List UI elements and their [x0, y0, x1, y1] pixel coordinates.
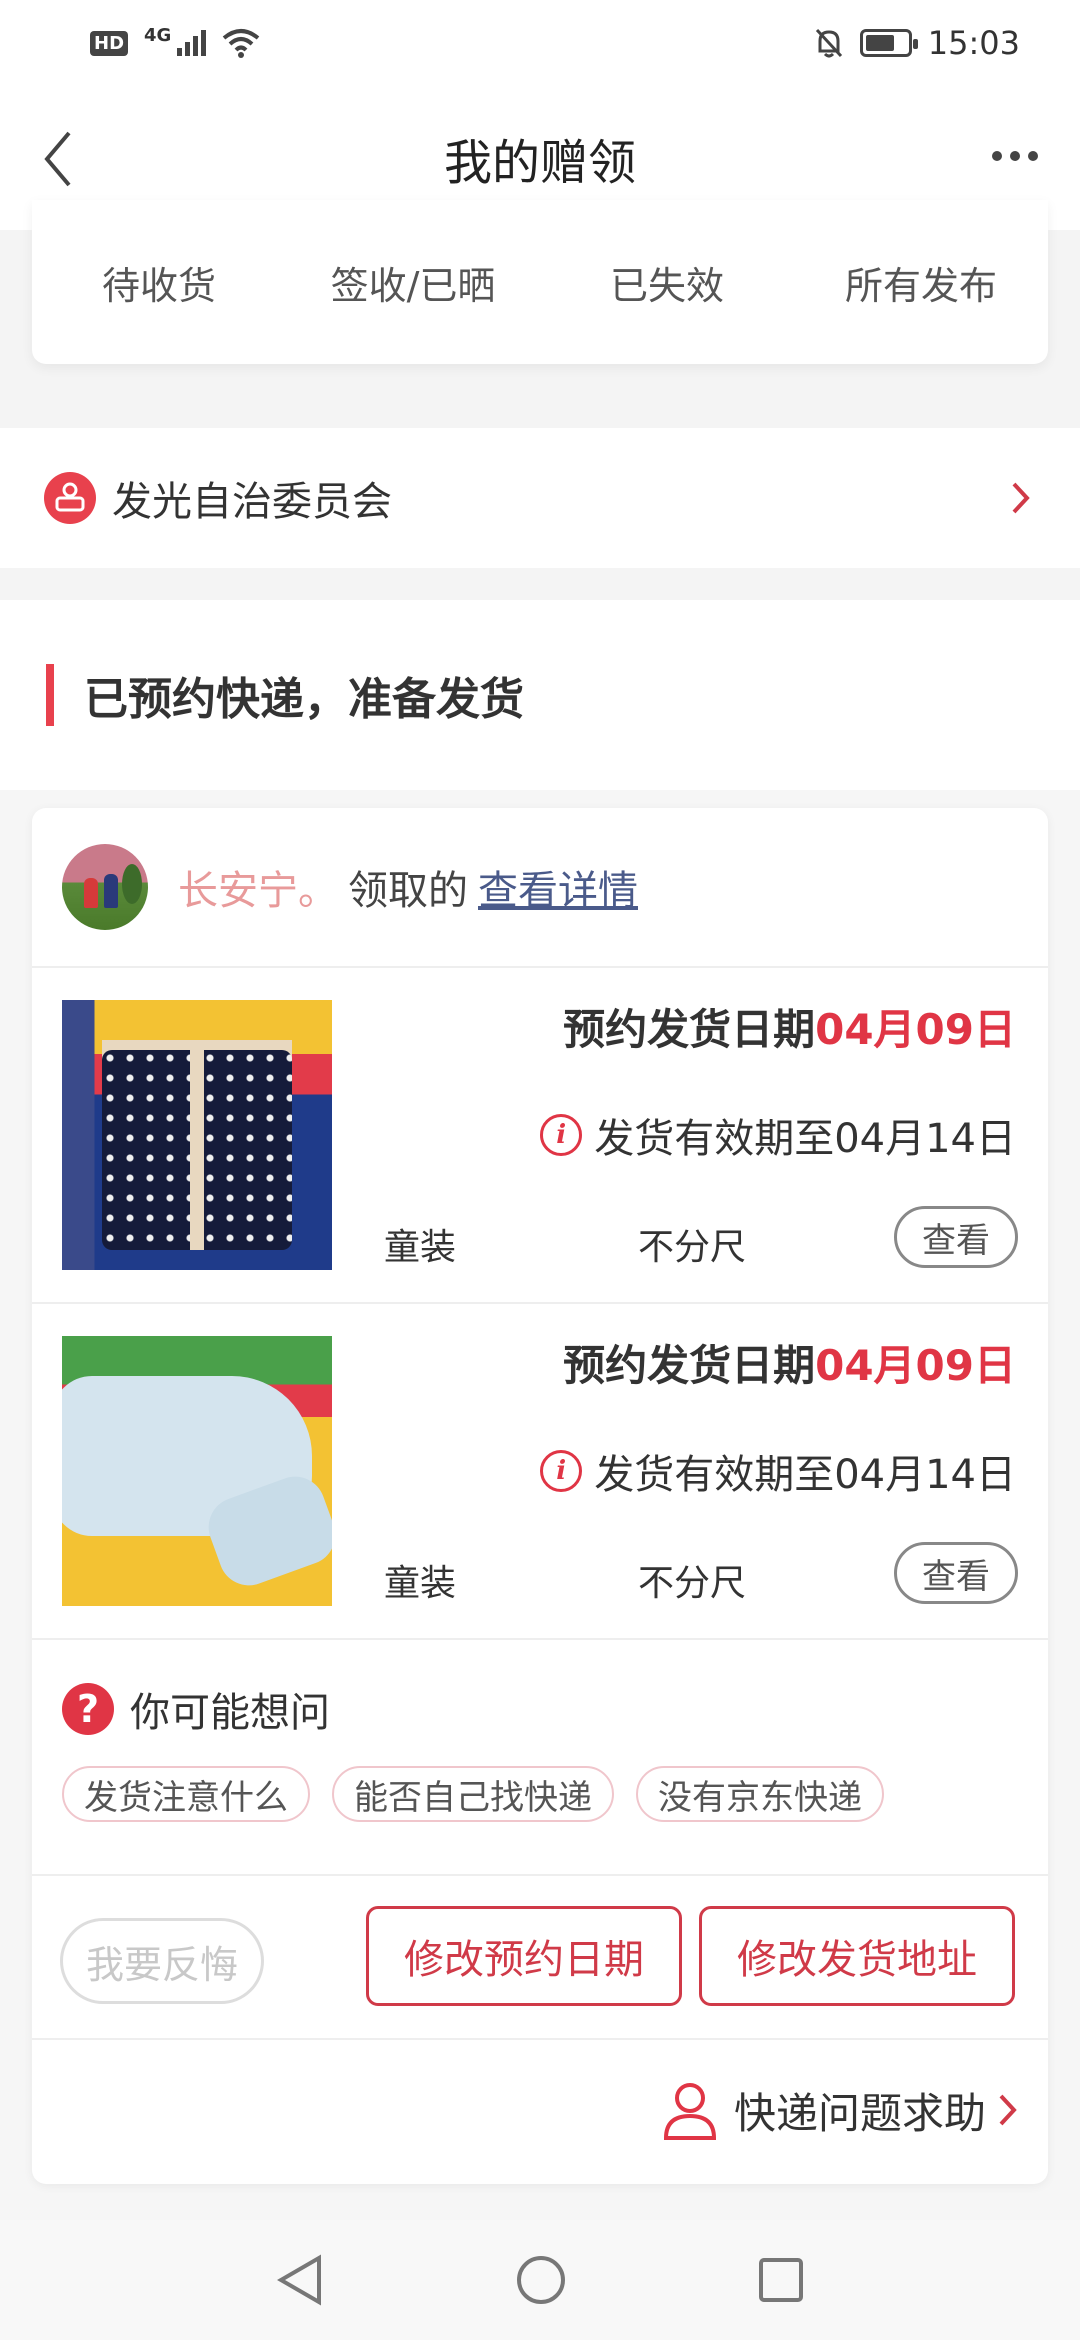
stat-label: 待收货: [101, 264, 216, 308]
view-button[interactable]: 查看: [894, 1542, 1018, 1604]
order-card: 长安宁。 领取的 查看详情 预约发货日期04月09日 i 发货有效期至04月14…: [32, 808, 1048, 2184]
faq-chip[interactable]: 发货注意什么: [62, 1766, 310, 1822]
stat-expired[interactable]: 已失效: [557, 255, 777, 310]
chevron-left-icon: [44, 131, 71, 187]
question-icon: ?: [62, 1683, 114, 1735]
courier-help-row[interactable]: 快递问题求助: [32, 2040, 1048, 2180]
view-detail-link[interactable]: 查看详情: [478, 858, 638, 916]
stat-signed[interactable]: 签收/已晒: [303, 255, 523, 310]
ship-date-value: 04月09日: [815, 1341, 1016, 1390]
section-accent-bar: [46, 664, 54, 726]
section-title: 已预约快递，准备发货: [84, 674, 524, 725]
modify-address-button[interactable]: 修改发货地址: [699, 1906, 1015, 2006]
org-name: 发光自治委员会: [112, 479, 392, 525]
item-photo-vest[interactable]: [62, 1000, 332, 1270]
info-icon: i: [540, 1114, 583, 1156]
section-header: 已预约快递，准备发货: [0, 600, 1080, 790]
info-icon: i: [540, 1450, 583, 1492]
page-title: 我的赠领: [443, 135, 636, 191]
item-category: 童装: [384, 1227, 457, 1268]
claimed-label: 领取的: [348, 868, 468, 914]
item-size: 不分尺: [638, 1563, 747, 1604]
hd-badge: HD: [90, 30, 129, 56]
nav-recents-icon[interactable]: [757, 2256, 805, 2304]
ship-date-label: 预约发货日期: [563, 1005, 816, 1054]
back-button[interactable]: [28, 124, 88, 194]
faq-chip[interactable]: 能否自己找快递: [332, 1766, 614, 1822]
wifi-icon: [223, 29, 260, 58]
faq-title: 你可能想问: [130, 1690, 330, 1736]
nav-back-icon[interactable]: [275, 2254, 325, 2306]
modify-date-button[interactable]: 修改预约日期: [366, 1906, 682, 2006]
org-row[interactable]: 发光自治委员会: [0, 428, 1080, 568]
ship-date: 预约发货日期04月09日: [563, 996, 1016, 1057]
validity: i 发货有效期至04月14日: [540, 1106, 1016, 1164]
item-size: 不分尺: [638, 1227, 747, 1268]
item-row: 预约发货日期04月09日 i 发货有效期至04月14日 童装 不分尺 查看: [32, 968, 1048, 1304]
network-type: 4G: [144, 24, 172, 46]
validity-text: 发货有效期至04月14日: [594, 1116, 1016, 1162]
faq-chips: 发货注意什么 能否自己找快递 没有京东快递: [62, 1766, 1018, 1822]
more-menu-button[interactable]: [980, 136, 1050, 176]
stats-card: 待收货 签收/已晒 已失效 所有发布: [32, 200, 1048, 364]
mute-bell-icon: [815, 28, 842, 58]
stat-label: 签收/已晒: [330, 264, 496, 308]
chevron-right-icon: [999, 2094, 1017, 2126]
signal-icon: [177, 30, 207, 56]
ship-date-label: 预约发货日期: [563, 1341, 816, 1390]
item-row: 预约发货日期04月09日 i 发货有效期至04月14日 童装 不分尺 查看: [32, 1304, 1048, 1640]
ship-date-value: 04月09日: [815, 1005, 1016, 1054]
faq-chip[interactable]: 没有京东快递: [636, 1766, 884, 1822]
validity: i 发货有效期至04月14日: [540, 1442, 1016, 1500]
courier-help-label: 快递问题求助: [733, 2088, 986, 2138]
item-category: 童装: [384, 1563, 457, 1604]
regret-button[interactable]: 我要反悔: [60, 1918, 264, 2004]
action-bar: 我要反悔 修改预约日期 修改发货地址: [32, 1876, 1048, 2040]
clock: 15:03: [927, 24, 1020, 62]
nav-home-icon[interactable]: [515, 2254, 567, 2306]
status-left: HD 4G: [90, 24, 260, 58]
avatar[interactable]: [62, 844, 148, 930]
view-button[interactable]: 查看: [894, 1206, 1018, 1268]
order-header: 长安宁。 领取的 查看详情: [32, 808, 1048, 968]
item-photo-pants[interactable]: [62, 1336, 332, 1606]
validity-text: 发货有效期至04月14日: [594, 1452, 1016, 1498]
system-nav-bar: [0, 2220, 1080, 2340]
ship-date: 预约发货日期04月09日: [563, 1332, 1016, 1393]
stat-all[interactable]: 所有发布: [811, 255, 1031, 310]
recipient-name[interactable]: 长安宁。: [178, 858, 338, 916]
status-bar: HD 4G 15:03: [0, 0, 1080, 86]
stat-label: 已失效: [609, 264, 724, 308]
org-logo-icon: [44, 472, 96, 524]
faq-header: ? 你可能想问: [62, 1680, 1018, 1738]
person-icon: [663, 2083, 716, 2140]
chevron-right-icon: [1006, 478, 1036, 518]
stat-pending[interactable]: 待收货: [49, 255, 269, 310]
status-right: 15:03: [814, 24, 1020, 62]
battery-icon: [859, 29, 918, 57]
stat-label: 所有发布: [844, 264, 997, 308]
faq-section: ? 你可能想问 发货注意什么 能否自己找快递 没有京东快递: [32, 1640, 1048, 1876]
